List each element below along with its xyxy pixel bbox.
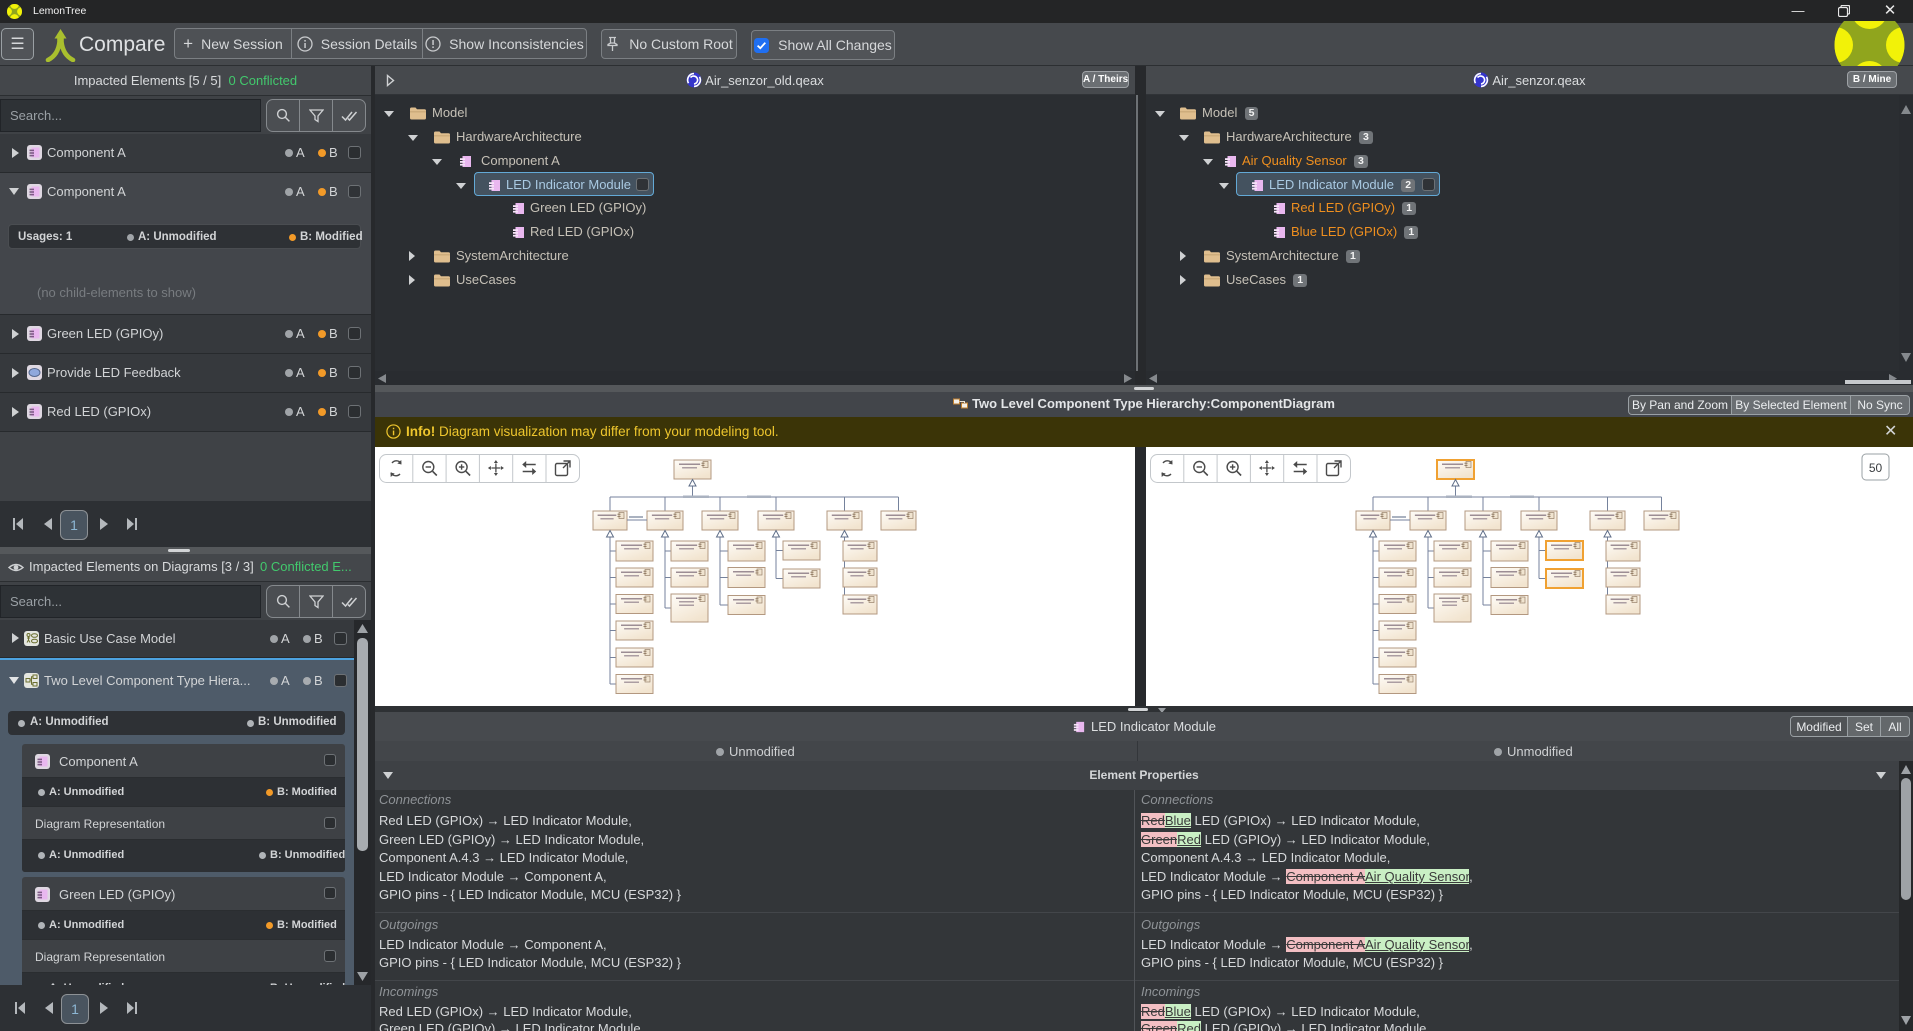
svg-text:50: 50 [1869, 461, 1883, 475]
